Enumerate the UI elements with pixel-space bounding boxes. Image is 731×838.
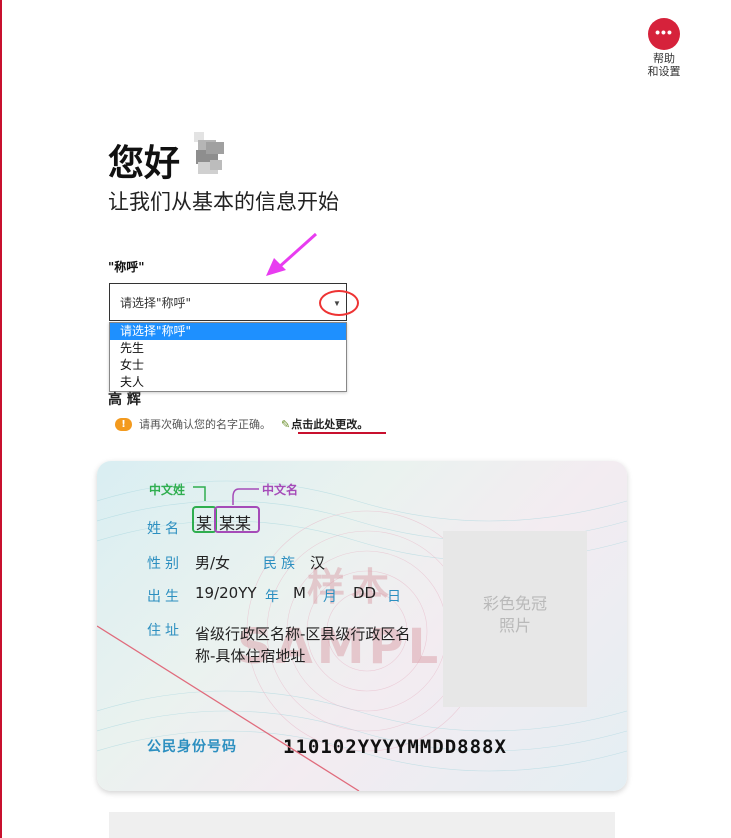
- pencil-icon: ✎: [281, 417, 291, 431]
- warning-icon: !: [115, 417, 132, 431]
- edit-link-underline: [298, 432, 386, 434]
- diagonal-red-line: [97, 625, 360, 791]
- option-select-salutation[interactable]: 请选择"称呼": [110, 323, 346, 340]
- page-subtitle: 让我们从基本的信息开始: [108, 190, 339, 214]
- option-ms[interactable]: 女士: [110, 357, 346, 374]
- option-mrs[interactable]: 夫人: [110, 374, 346, 391]
- user-name: 高 辉: [108, 392, 141, 408]
- id-card-sample: 样本 SAMPLE 中文姓 中文名 姓名 某 某某 性别 男/女 民族 汉 出生…: [97, 461, 627, 791]
- next-section-bar: [109, 812, 615, 838]
- salutation-dropdown: 请选择"称呼" 先生 女士 夫人: [109, 322, 347, 392]
- notice-text: 请再次确认您的名字正确。: [139, 418, 271, 431]
- page-left-border: [0, 0, 2, 838]
- more-icon[interactable]: •••: [648, 18, 680, 50]
- edit-name-link[interactable]: 点击此处更改。: [291, 416, 368, 432]
- blurred-name-image: [194, 132, 224, 174]
- page-title: 您好: [108, 143, 181, 184]
- option-mr[interactable]: 先生: [110, 340, 346, 357]
- salutation-select[interactable]: 请选择"称呼": [109, 283, 347, 321]
- red-circle-annotation: [319, 290, 359, 316]
- name-confirm-notice: ! 请再次确认您的名字正确。 ✎ 点击此处更改。: [115, 416, 368, 432]
- pink-arrow-annotation: [266, 232, 318, 276]
- help-label: 帮助 和设置: [647, 52, 681, 78]
- salutation-label: "称呼": [108, 260, 145, 274]
- help-settings[interactable]: ••• 帮助 和设置: [636, 18, 692, 78]
